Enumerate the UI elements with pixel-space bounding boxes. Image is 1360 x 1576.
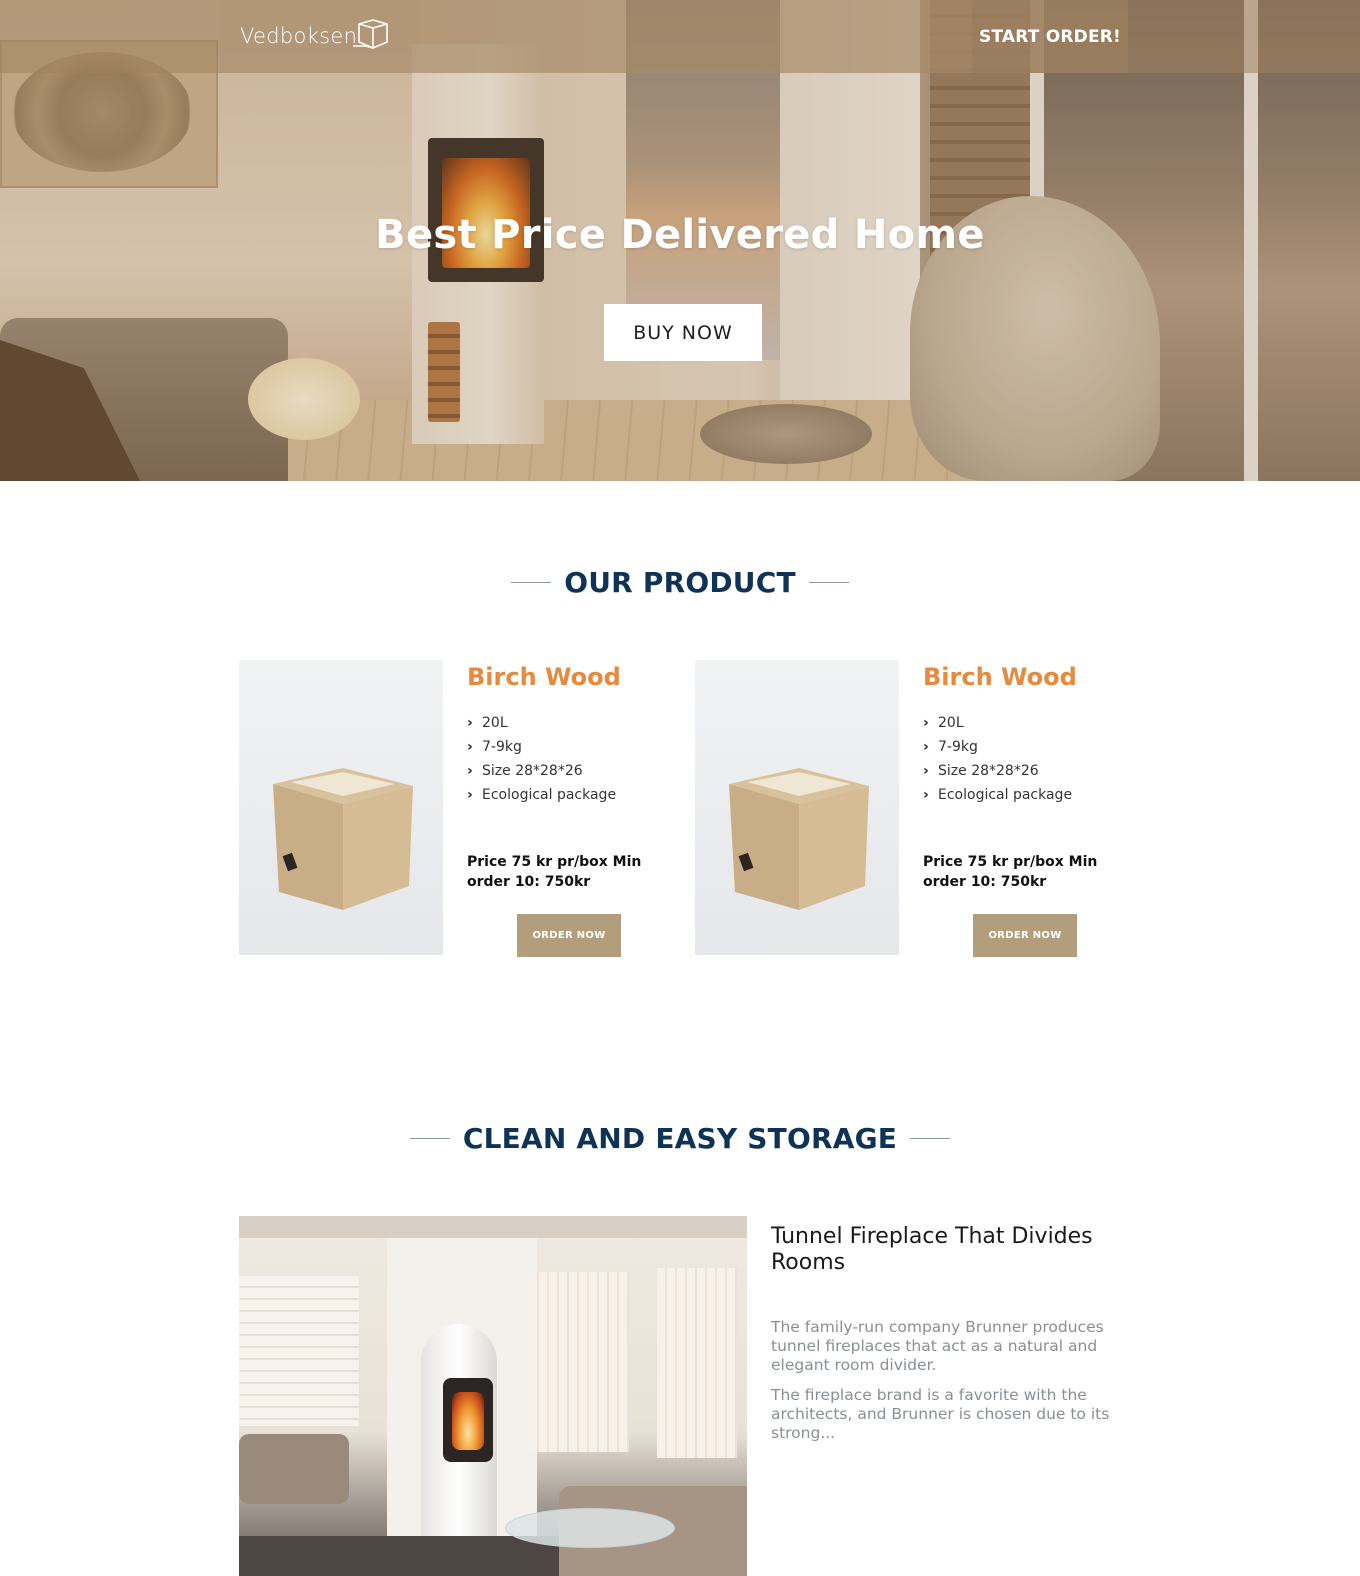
chevron-right-icon: › [467,787,473,803]
hero-title: Best Price Delivered Home [375,212,985,258]
products-heading-text: OUR PRODUCT [564,566,796,599]
feature-item: › Ecological package [467,783,659,807]
storage-heading: CLEAN AND EASY STORAGE [0,1122,1360,1155]
hero-section: Vedboksen START ORDER! Best Price Delive… [0,0,1360,481]
room-blind [529,1272,629,1452]
products-heading: OUR PRODUCT [0,566,1360,599]
product-card: Birch Wood › 20L › 7-9kg › Size 28*28*26 › E… [239,660,659,960]
chevron-right-icon: › [923,715,929,731]
feature-text: 7-9kg [482,739,522,755]
feature-item: › Size 28*28*26 [467,759,659,783]
product-features: › 20L › 7-9kg › Size 28*28*26 › Ecological p… [923,711,1115,807]
order-now-button[interactable]: ORDER NOW [517,914,621,957]
chevron-right-icon: › [467,739,473,755]
storage-fireplace-image [239,1216,747,1576]
feature-text: Ecological package [938,787,1073,803]
article-title: Tunnel Fireplace That Divides Rooms [771,1224,1093,1275]
feature-item: › 7-9kg [923,735,1115,759]
chevron-right-icon: › [467,715,473,731]
logo-text: Vedboksen [240,24,358,48]
buy-now-button[interactable]: BUY NOW [604,304,762,361]
site-logo[interactable]: Vedboksen [240,18,391,54]
cardboard-box-image [729,768,869,910]
article-paragraph: The family-run company Brunner produces … [771,1318,1104,1374]
product-info: Birch Wood › 20L › 7-9kg › Size 28*28*26 › E… [923,660,1115,892]
feature-item: › 20L [923,711,1115,735]
feature-text: 20L [938,715,964,731]
feature-item: › 7-9kg [467,735,659,759]
product-title: Birch Wood [467,663,621,691]
room-blind [657,1268,737,1458]
start-order-button[interactable]: START ORDER! [972,0,1128,73]
cardboard-box-image [273,768,413,910]
product-price: Price 75 kr pr/box Min order 10: 750kr [923,854,1098,890]
product-title: Birch Wood [923,663,1077,691]
product-price: Price 75 kr pr/box Min order 10: 750kr [467,854,642,890]
product-image [239,660,443,955]
chevron-right-icon: › [923,763,929,779]
heading-rule-left [511,582,552,583]
feature-text: Size 28*28*26 [482,763,583,779]
chevron-right-icon: › [923,739,929,755]
chevron-right-icon: › [923,787,929,803]
order-now-button[interactable]: ORDER NOW [973,914,1077,957]
feature-text: 20L [482,715,508,731]
room-fire [452,1392,484,1450]
feature-text: Ecological package [482,787,617,803]
product-info: Birch Wood › 20L › 7-9kg › Size 28*28*26 › E… [467,660,659,892]
storage-heading-text: CLEAN AND EASY STORAGE [462,1122,898,1155]
feature-item: › 20L [467,711,659,735]
heading-rule-right [910,1138,951,1139]
feature-text: 7-9kg [938,739,978,755]
storage-article: Tunnel Fireplace That Divides Rooms The … [771,1224,1131,1443]
product-card: Birch Wood › 20L › 7-9kg › Size 28*28*26 › E… [695,660,1115,960]
product-features: › 20L › 7-9kg › Size 28*28*26 › Ecological p… [467,711,659,807]
feature-item: › Size 28*28*26 [923,759,1115,783]
top-navbar [0,0,1360,73]
heading-rule-left [409,1138,450,1139]
room-glass-table [505,1508,675,1548]
feature-item: › Ecological package [923,783,1115,807]
product-image [695,660,899,955]
room-sofa [239,1434,349,1504]
room-window [239,1276,359,1426]
chevron-right-icon: › [467,763,473,779]
logo-box-icon [353,19,389,49]
heading-rule-right [808,582,849,583]
feature-text: Size 28*28*26 [938,763,1039,779]
room-ceiling [239,1216,747,1238]
article-paragraph: The fireplace brand is a favorite with t… [771,1386,1110,1442]
